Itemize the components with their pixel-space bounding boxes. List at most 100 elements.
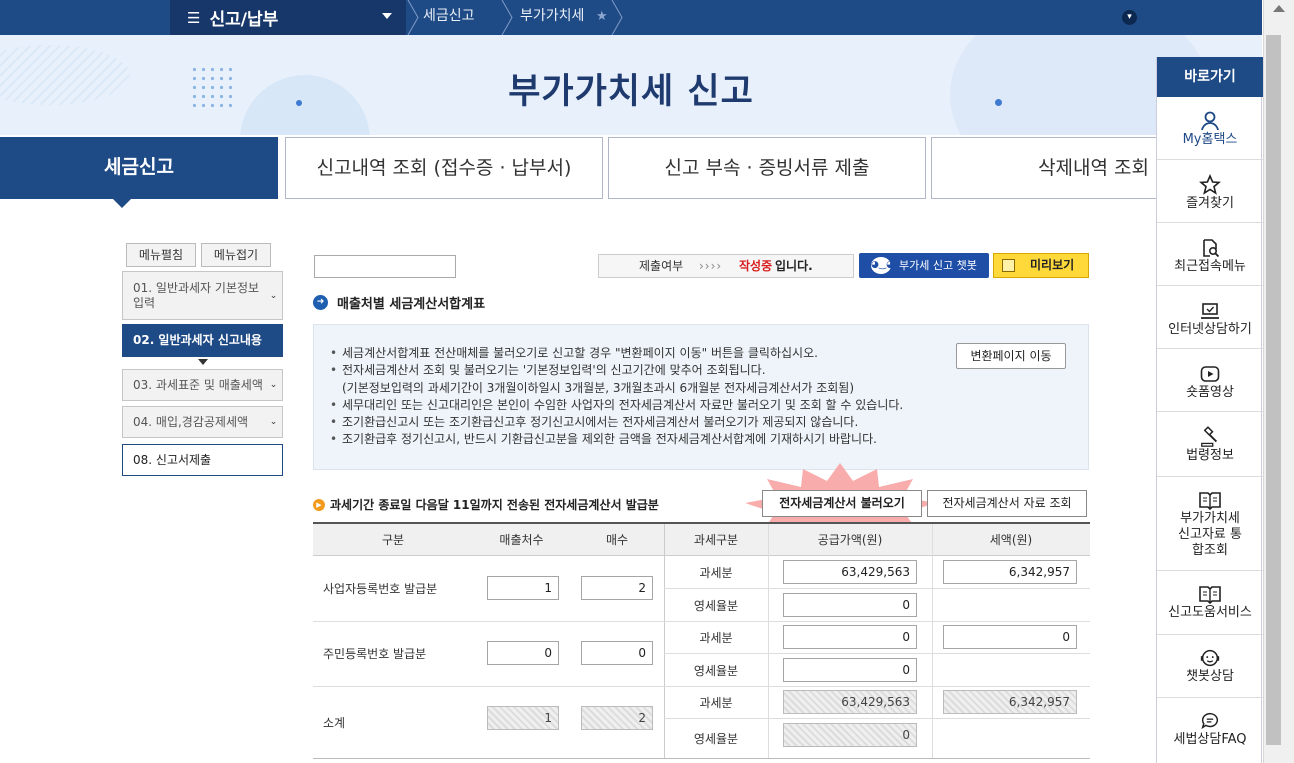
- breadcrumb-tax-report[interactable]: 세금신고: [423, 0, 475, 35]
- chatbot-face-icon: ◕‿◕: [871, 257, 894, 274]
- supply-value-input[interactable]: 0: [783, 625, 917, 649]
- arrow-right-icon: ▶: [313, 498, 325, 511]
- section-title-text: 매출처별 세금계산서합계표: [337, 297, 486, 312]
- tab-tax-report[interactable]: 세금신고: [0, 137, 278, 208]
- header-count: 매수: [570, 524, 664, 556]
- zero-rate-label: 영세율분: [693, 663, 739, 678]
- step-03-tax-base[interactable]: 03. 과세표준 및 매출세액 ⌄: [122, 369, 283, 401]
- open-book-icon: [1199, 586, 1221, 605]
- expand-circle-icon[interactable]: ▾: [1122, 10, 1137, 25]
- chatbot-icon: [1200, 649, 1220, 667]
- status-suffix: 입니다.: [775, 259, 813, 273]
- open-book-icon: [1199, 492, 1221, 511]
- quick-menu-sidebar: 바로가기 My홈택스 즐겨찾기 최근접속메뉴 인터넷상담하기 숏폼영상 법령정보…: [1156, 57, 1263, 763]
- quick-favorites[interactable]: 즐겨찾기: [1157, 160, 1263, 223]
- quick-vat-data-inquiry[interactable]: 부가가치세 신고자료 통합조회: [1157, 477, 1263, 571]
- step-label: 04. 매입,경감공제세액: [133, 414, 249, 429]
- header-supply-value: 공급가액(원): [768, 524, 932, 556]
- preview-button[interactable]: 미리보기: [993, 253, 1089, 278]
- header-tax-amount: 세액(원): [932, 524, 1090, 556]
- zero-supply-input[interactable]: 0: [783, 658, 917, 682]
- status-value: 작성중: [739, 259, 773, 273]
- page-scrollbar[interactable]: [1263, 0, 1294, 763]
- chevron-down-icon: [382, 13, 392, 19]
- clients-input[interactable]: 1: [487, 576, 559, 600]
- quick-item-label: 세법상담FAQ: [1173, 732, 1247, 747]
- zero-rate-label: 영세율분: [693, 732, 739, 746]
- quick-online-counsel[interactable]: 인터넷상담하기: [1157, 286, 1263, 349]
- breadcrumb-separator-icon: [611, 0, 623, 35]
- notice-item: (기본정보입력의 과세기간이 3개월이하일시 3개월분, 3개월초과시 6개월분…: [342, 380, 855, 395]
- step-01-basic-info[interactable]: 01. 일반과세자 기본정보 입력 ⌄: [122, 271, 283, 320]
- fetch-e-tax-invoice-button[interactable]: 전자세금계산서 불러오기: [762, 490, 922, 517]
- section-title: ➜ 매출처별 세금계산서합계표: [313, 293, 485, 312]
- quick-report-help[interactable]: 신고도움서비스: [1157, 571, 1263, 635]
- header-category: 구분: [313, 524, 473, 556]
- tax-amount-input[interactable]: 6,342,957: [943, 560, 1077, 584]
- count-input[interactable]: 0: [581, 641, 653, 665]
- convert-page-button[interactable]: 변환페이지 이동: [956, 343, 1066, 369]
- zero-supply-input[interactable]: 0: [783, 593, 917, 617]
- step-04-purchase-deduction[interactable]: 04. 매입,경감공제세액 ⌄: [122, 406, 283, 438]
- document-icon: [1002, 259, 1015, 272]
- step-label: 01. 일반과세자 기본정보 입력: [133, 280, 260, 310]
- inquiry-e-tax-invoice-button[interactable]: 전자세금계산서 자료 조회: [927, 490, 1087, 517]
- quick-law-info[interactable]: 법령정보: [1157, 412, 1263, 477]
- submission-status: 제출여부 ›››› 작성중 입니다.: [598, 254, 854, 278]
- step-08-submit[interactable]: 08. 신고서제출: [122, 444, 283, 476]
- status-arrows: ››››: [699, 259, 723, 273]
- sales-tax-invoice-table: 구분 매출처수 매수 과세구분 공급가액(원) 세액(원) 사업자등록번호 발급…: [313, 522, 1090, 759]
- quick-menu-title: 바로가기: [1157, 57, 1263, 97]
- step-02-report-content[interactable]: 02. 일반과세자 신고내용: [122, 324, 283, 357]
- header-tax-type: 과세구분: [664, 524, 768, 556]
- tax-type-label: 과세분: [699, 565, 733, 580]
- laptop-icon: [1201, 303, 1219, 319]
- quick-recent-menu[interactable]: 최근접속메뉴: [1157, 223, 1263, 286]
- quick-my-hometax[interactable]: My홈택스: [1157, 97, 1263, 160]
- quick-item-label: My홈택스: [1182, 132, 1238, 147]
- quick-shortform-video[interactable]: 숏폼영상: [1157, 349, 1263, 412]
- step-label: 03. 과세표준 및 매출세액: [133, 377, 263, 392]
- tax-amount-input[interactable]: 0: [943, 625, 1077, 649]
- quick-item-label: 부가가치세 신고자료 통합조회: [1178, 511, 1242, 558]
- quick-chatbot[interactable]: 챗봇상담: [1157, 635, 1263, 698]
- step-pointer-icon: [198, 359, 208, 365]
- row-label: 사업자등록번호 발급분: [323, 582, 438, 596]
- breadcrumb-separator-icon: [407, 0, 419, 35]
- top-nav-bar: ☰ 신고/납부 세금신고 부가가치세 ★ ▾: [0, 0, 1262, 35]
- code-input[interactable]: [314, 255, 456, 278]
- menu-expand-button[interactable]: 메뉴펼침: [126, 243, 196, 267]
- tax-type-label: 과세분: [699, 695, 733, 710]
- chevron-down-icon[interactable]: ⌄: [268, 378, 279, 392]
- quick-item-label: 인터넷상담하기: [1168, 322, 1252, 337]
- quick-item-label: 신고도움서비스: [1168, 605, 1252, 620]
- notice-item: • 조기환급신고시 또는 조기환급신고후 정기신고시에서는 전자세금계산서 불러오…: [330, 415, 859, 430]
- quick-tax-faq[interactable]: 세법상담FAQ: [1157, 698, 1263, 763]
- breadcrumb-vat[interactable]: 부가가치세: [520, 0, 584, 35]
- star-icon: [1199, 174, 1221, 195]
- chevron-down-icon[interactable]: ⌄: [268, 415, 279, 429]
- notice-item: • 전자세금계산서 조회 및 불러오기는 '기본정보입력'의 신고기간에 맞추어 …: [330, 363, 766, 378]
- document-search-icon: [1203, 239, 1220, 258]
- scroll-up-arrow-icon[interactable]: [1273, 5, 1285, 12]
- tab-supporting-docs[interactable]: 신고 부속 · 증빙서류 제출: [608, 137, 926, 199]
- tax-type-label: 과세분: [699, 630, 733, 645]
- nav-menu-dropdown[interactable]: ☰ 신고/납부: [170, 0, 406, 35]
- status-label: 제출여부: [639, 259, 684, 273]
- scrollbar-thumb[interactable]: [1266, 35, 1281, 745]
- chatbot-button-label: 부가세 신고 챗봇: [899, 259, 977, 272]
- quick-item-label: 최근접속메뉴: [1174, 259, 1246, 274]
- tab-report-history[interactable]: 신고내역 조회 (접수증 · 납부서): [285, 137, 603, 199]
- count-input[interactable]: 2: [581, 576, 653, 600]
- gavel-icon: [1201, 426, 1218, 447]
- star-icon[interactable]: ★: [596, 0, 608, 35]
- menu-collapse-button[interactable]: 메뉴접기: [201, 243, 271, 267]
- supply-value-input[interactable]: 63,429,563: [783, 560, 917, 584]
- tab-deleted-history[interactable]: 삭제내역 조회: [931, 137, 1162, 199]
- user-icon: [1201, 111, 1219, 131]
- clients-input[interactable]: 0: [487, 641, 559, 665]
- vat-chatbot-button[interactable]: ◕‿◕ 부가세 신고 챗봇: [859, 253, 989, 278]
- chevron-down-icon[interactable]: ⌄: [268, 289, 279, 303]
- sub-section-text: 과세기간 종료일 다음달 11일까지 전송된 전자세금계산서 발급분: [330, 498, 659, 512]
- row-label-subtotal: 소계: [323, 715, 346, 730]
